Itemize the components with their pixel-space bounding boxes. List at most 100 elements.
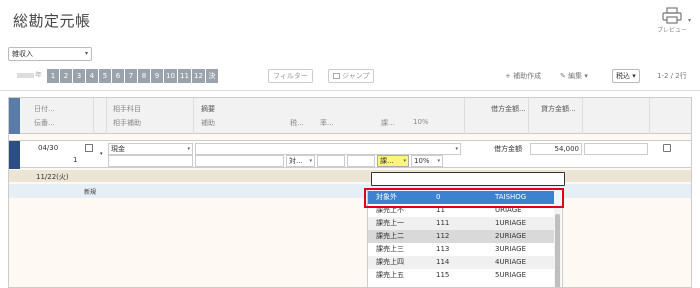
month-tab[interactable]: 2: [60, 69, 72, 83]
new-entry-row[interactable]: 新規: [9, 184, 691, 198]
edit-link[interactable]: ✎ 編集 ▾: [560, 71, 588, 81]
account-select[interactable]: 雑収入 ▾: [8, 47, 92, 61]
entry-tax-select[interactable]: 対... ▾: [286, 155, 315, 167]
month-tab[interactable]: 4: [86, 69, 98, 83]
option-name: 課売上三: [376, 245, 404, 253]
entry-tax-rate-value: 10%: [414, 157, 430, 165]
chevron-down-icon: ▾: [437, 158, 440, 164]
filter-button[interactable]: フィルター: [268, 69, 313, 83]
col-credit[interactable]: 貸方金額...: [541, 104, 576, 114]
entry-marker: [9, 141, 20, 169]
option-name: 課売上一: [376, 219, 404, 227]
page-title: 総勘定元帳: [13, 12, 91, 30]
month-tab[interactable]: 3: [73, 69, 85, 83]
col-tax-class[interactable]: 課...: [381, 118, 395, 128]
calendar-icon: [333, 73, 340, 79]
account-value: 雑収入: [12, 50, 33, 58]
chevron-down-icon: ▾: [584, 72, 588, 80]
option-code: 115: [436, 271, 450, 279]
entry-sub-field[interactable]: [195, 155, 284, 167]
tax-mode-value: 税込: [616, 72, 630, 80]
col-counter-sub[interactable]: 相手補助: [113, 118, 141, 128]
col-tax[interactable]: 税...: [290, 118, 304, 128]
entry-amount-field[interactable]: 54,000: [530, 143, 582, 155]
month-tab[interactable]: 8: [138, 69, 150, 83]
divider: [0, 90, 700, 91]
option-name: 課売上二: [376, 232, 404, 240]
printer-icon: [662, 7, 682, 24]
col-counter-account[interactable]: 相手科目: [113, 104, 141, 114]
entry-rate-field[interactable]: [317, 155, 345, 167]
entry-credit-field[interactable]: [584, 143, 648, 155]
col-voucher[interactable]: 伝番...: [34, 118, 55, 128]
entry-tax-rate-select[interactable]: 10% ▾: [411, 155, 443, 167]
memo-icon[interactable]: [663, 144, 671, 152]
jump-label: ジャンプ: [342, 72, 370, 80]
entry-tax-class-select[interactable]: 課... ▾: [377, 155, 409, 167]
entry-counter-sub-field[interactable]: [108, 155, 193, 167]
col-rate[interactable]: 率...: [320, 118, 334, 128]
entry-memo-select[interactable]: ▾: [195, 143, 461, 155]
new-label[interactable]: 新規: [84, 187, 96, 196]
dropdown-option[interactable]: 課売上三 113 3URIAGE: [368, 243, 554, 256]
year-suffix: 年: [35, 71, 42, 79]
dropdown-option[interactable]: 課売上五 115 5URIAGE: [368, 269, 554, 282]
option-code: 113: [436, 245, 450, 253]
month-tab[interactable]: 11: [178, 69, 191, 83]
entry-extra-field[interactable]: [347, 155, 375, 167]
pencil-icon: ✎: [560, 72, 566, 80]
day-date: 11/22(火): [36, 173, 69, 181]
option-name: 課売上四: [376, 258, 404, 266]
dropdown-option[interactable]: 課売上一 111 1URIAGE: [368, 217, 554, 230]
option-name: 課売上五: [376, 271, 404, 279]
year-label: 年: [17, 70, 42, 80]
option-key: 3URIAGE: [495, 245, 527, 253]
pager: 1-2 / 2行: [657, 72, 687, 80]
option-key: 1URIAGE: [495, 219, 527, 227]
col-memo[interactable]: 摘要: [201, 104, 215, 114]
col-divider: [106, 98, 107, 134]
entry-account-select[interactable]: 現金 ▾: [108, 143, 193, 155]
preview-label: プレビュー: [656, 27, 687, 34]
col-tax-rate[interactable]: 10%: [413, 118, 429, 126]
month-tab[interactable]: 1: [47, 69, 59, 83]
jump-button[interactable]: ジャンプ: [328, 69, 375, 83]
entry-tax-class-value: 課...: [380, 157, 394, 165]
scroll-thumb[interactable]: [555, 214, 560, 287]
chevron-down-icon: ▾: [455, 146, 458, 152]
month-tabs: 1 2 3 4 5 6 7 8 9 10 11 12 決: [47, 69, 219, 83]
add-aux-link[interactable]: + 補助作成: [505, 71, 541, 81]
col-debit[interactable]: 借方金額...: [491, 104, 526, 114]
entry-voucher[interactable]: 1: [73, 156, 77, 164]
month-tab[interactable]: 7: [125, 69, 137, 83]
toolbar: 年 1 2 3 4 5 6 7 8 9 10 11 12 決 フィルター ジャンプ + 補助作成 ✎ 編…: [0, 69, 700, 85]
dropdown-option[interactable]: 課売上二 112 2URIAGE: [368, 230, 554, 243]
header-marker: [9, 98, 20, 134]
option-code: 114: [436, 258, 450, 266]
grid-header: 日付... 伝番... 相手科目 相手補助 摘要 補助 税... 率... 課.…: [9, 98, 691, 134]
preview-button[interactable]: ▾ プレビュー: [652, 7, 692, 39]
entry-checkbox[interactable]: [85, 144, 93, 152]
year-blur: [17, 72, 34, 78]
ledger-grid: 日付... 伝番... 相手科目 相手補助 摘要 補助 税... 率... 課.…: [8, 97, 692, 288]
entry-tax-value: 対...: [289, 157, 303, 165]
month-tab[interactable]: 決: [206, 69, 218, 83]
tax-class-search-input[interactable]: [371, 172, 565, 186]
col-sub[interactable]: 補助: [201, 118, 215, 128]
dropdown-option[interactable]: 課売上四 114 4URIAGE: [368, 256, 554, 269]
col-date[interactable]: 日付...: [34, 104, 55, 114]
month-tab[interactable]: 6: [112, 69, 124, 83]
option-key: 2URIAGE: [495, 232, 527, 240]
month-tab[interactable]: 10: [164, 69, 177, 83]
chevron-down-icon: ▾: [632, 72, 636, 80]
entry-date[interactable]: 04/30: [38, 144, 58, 152]
preview-caret-icon[interactable]: ▾: [688, 17, 691, 24]
row-expand-icon[interactable]: ▾: [100, 151, 103, 157]
tax-mode-select[interactable]: 税込 ▾: [612, 69, 640, 83]
month-tab[interactable]: 9: [151, 69, 163, 83]
chevron-down-icon: ▾: [187, 146, 190, 152]
selection-highlight-box: [364, 188, 564, 208]
col-divider: [93, 98, 94, 134]
month-tab[interactable]: 12: [192, 69, 205, 83]
month-tab[interactable]: 5: [99, 69, 111, 83]
